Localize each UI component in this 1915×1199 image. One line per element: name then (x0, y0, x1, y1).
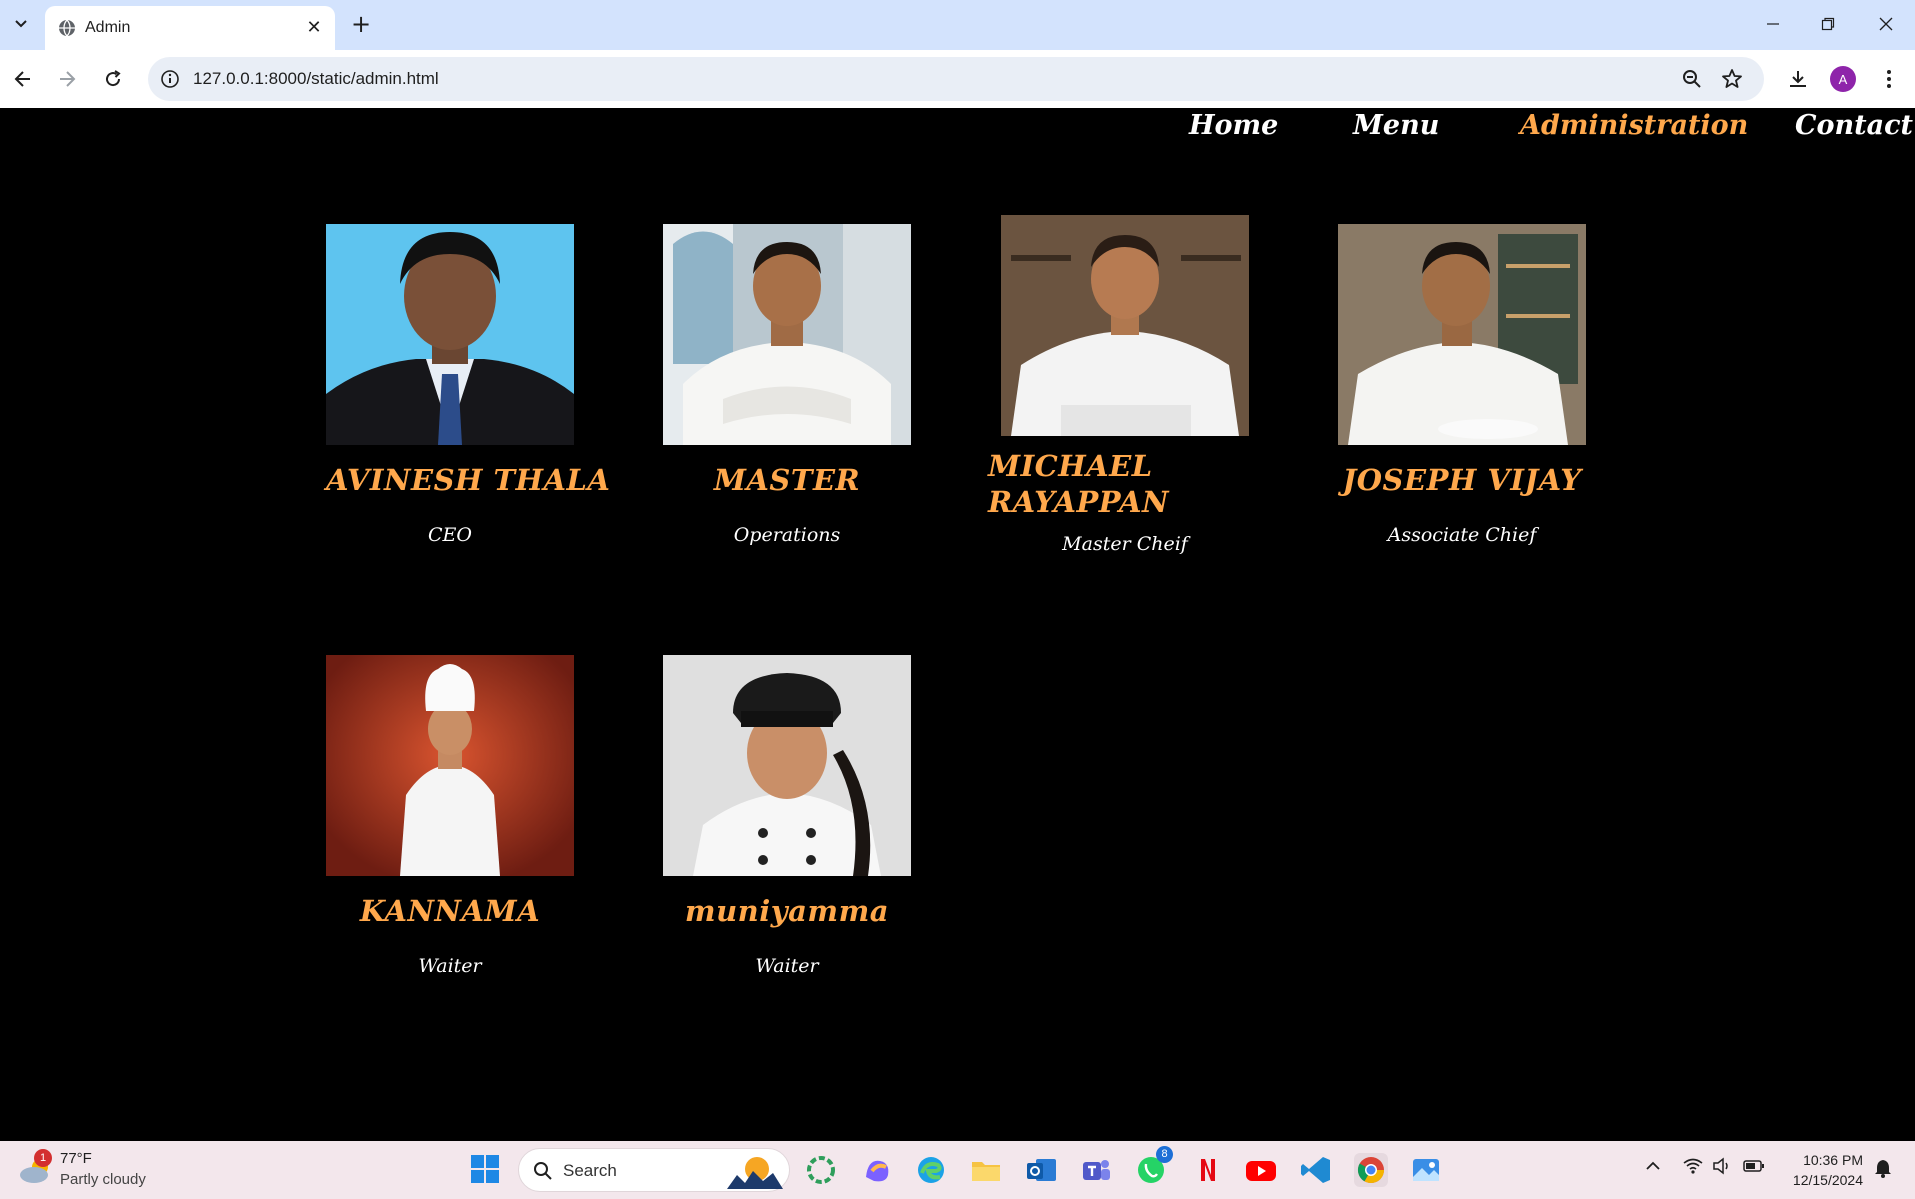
taskbar-app-youtube[interactable] (1244, 1153, 1278, 1187)
minimize-button[interactable] (1753, 8, 1793, 40)
chevron-down-icon (15, 20, 27, 28)
staff-photo-avinesh (326, 224, 574, 445)
tab-title: Admin (85, 19, 131, 36)
folder-icon (972, 1162, 1000, 1181)
weather-widget[interactable]: 1 77°F Partly cloudy (10, 1141, 160, 1199)
circle-app-icon (807, 1156, 835, 1184)
address-bar[interactable]: 127.0.0.1:8000/static/admin.html (148, 57, 1764, 101)
taskbar-search[interactable]: Search (518, 1148, 790, 1192)
nav-menu-link[interactable]: Menu (1353, 110, 1439, 141)
taskbar-app-copilot[interactable] (860, 1153, 894, 1187)
tab-search-button[interactable] (7, 10, 35, 38)
forward-button[interactable] (50, 62, 84, 96)
taskbar-app-teams[interactable] (1079, 1153, 1113, 1187)
arrow-left-icon (14, 71, 30, 87)
staff-role: Master Cheif (1062, 533, 1188, 555)
weather-desc: Partly cloudy (60, 1171, 146, 1188)
start-button[interactable] (468, 1152, 502, 1186)
battery-icon[interactable] (1742, 1157, 1766, 1179)
vscode-icon (1301, 1157, 1330, 1183)
staff-photo-muniyamma (663, 655, 911, 876)
taskbar-app-photos[interactable] (1409, 1153, 1443, 1187)
restore-icon (1821, 17, 1835, 31)
staff-role: CEO (428, 524, 472, 546)
taskbar-app-explorer[interactable] (969, 1153, 1003, 1187)
browser-tab[interactable]: Admin ✕ (45, 6, 335, 50)
staff-name: AVINESH THALA (326, 463, 611, 497)
staff-name: MICHAEL RAYAPPAN (988, 449, 1170, 519)
weather-temp: 77°F (60, 1150, 92, 1167)
taskbar-app-outlook[interactable] (1024, 1153, 1058, 1187)
arrow-right-icon (60, 71, 76, 87)
zoom-icon[interactable] (1680, 67, 1704, 91)
browser-menu-button[interactable] (1872, 62, 1906, 96)
reload-button[interactable] (96, 62, 130, 96)
taskbar-app-netflix[interactable] (1190, 1153, 1224, 1187)
chrome-icon (1357, 1157, 1385, 1184)
whatsapp-badge: 8 (1156, 1146, 1173, 1163)
windows-taskbar: 1 77°F Partly cloudy Search 8 10:36 PM 1… (0, 1141, 1915, 1199)
staff-role: Associate Chief (1387, 524, 1537, 546)
staff-photo-michael (1001, 215, 1249, 436)
site-info-icon[interactable] (158, 67, 182, 91)
staff-name: muniyamma (684, 894, 890, 928)
nav-home-link[interactable]: Home (1189, 110, 1278, 141)
outlook-icon (1027, 1159, 1056, 1181)
staff-photo-kannama (326, 655, 574, 876)
copilot-icon (866, 1160, 889, 1182)
search-placeholder: Search (563, 1161, 617, 1180)
staff-photo-joseph (1338, 224, 1586, 445)
edge-icon (918, 1157, 944, 1183)
taskbar-app-whatsapp[interactable]: 8 (1134, 1146, 1173, 1187)
staff-photo-master (663, 224, 911, 445)
windows-logo-icon (471, 1155, 499, 1183)
search-icon (534, 1162, 552, 1180)
minimize-icon (1767, 23, 1779, 25)
clock-time: 10:36 PM (1803, 1152, 1863, 1168)
staff-name: JOSEPH VIJAY (1342, 463, 1582, 497)
netflix-icon (1201, 1159, 1215, 1181)
taskbar-clock[interactable]: 10:36 PM 12/15/2024 (1783, 1150, 1863, 1190)
staff-role: Waiter (755, 955, 819, 977)
globe-icon (59, 19, 75, 37)
close-tab-icon[interactable]: ✕ (303, 17, 325, 39)
reload-icon (106, 70, 121, 87)
youtube-icon (1246, 1161, 1276, 1181)
staff-name: KANNAMA (359, 894, 541, 928)
search-highlight-icon (727, 1157, 783, 1189)
wifi-icon[interactable] (1682, 1157, 1704, 1179)
clock-date: 12/15/2024 (1792, 1172, 1863, 1188)
photos-icon (1413, 1159, 1439, 1181)
avatar: A (1830, 66, 1856, 92)
taskbar-app-copilot-ring[interactable] (804, 1153, 838, 1187)
weather-badge: 1 (34, 1149, 52, 1167)
nav-administration-link[interactable]: Administration (1520, 110, 1748, 141)
download-icon (1790, 71, 1806, 87)
staff-role: Waiter (418, 955, 482, 977)
browser-toolbar: 127.0.0.1:8000/static/admin.html A (0, 50, 1915, 108)
close-window-button[interactable] (1866, 8, 1906, 40)
taskbar-app-edge[interactable] (914, 1153, 948, 1187)
more-vertical-icon (1887, 70, 1891, 88)
taskbar-app-chrome[interactable] (1354, 1153, 1388, 1187)
notification-bell-icon[interactable] (1874, 1158, 1892, 1182)
site-nav: Home Menu Administration Contact us (0, 108, 1915, 148)
close-icon (1879, 17, 1893, 31)
restore-button[interactable] (1808, 8, 1848, 40)
volume-icon[interactable] (1712, 1157, 1734, 1179)
admin-page: Home Menu Administration Contact us AVIN… (0, 108, 1915, 1141)
back-button[interactable] (6, 62, 40, 96)
downloads-button[interactable] (1781, 62, 1815, 96)
teams-icon (1083, 1160, 1110, 1180)
browser-tab-strip: Admin ✕ + (0, 0, 1915, 50)
nav-contact-link[interactable]: Contact us (1795, 110, 1915, 141)
new-tab-button[interactable]: + (346, 10, 376, 40)
bookmark-star-icon[interactable] (1720, 67, 1744, 91)
staff-name: MASTER (713, 463, 861, 497)
url-text: 127.0.0.1:8000/static/admin.html (193, 69, 439, 88)
tray-chevron-up-icon[interactable] (1644, 1157, 1662, 1179)
profile-button[interactable]: A (1826, 62, 1860, 96)
staff-role: Operations (733, 524, 841, 546)
taskbar-app-vscode[interactable] (1299, 1153, 1333, 1187)
